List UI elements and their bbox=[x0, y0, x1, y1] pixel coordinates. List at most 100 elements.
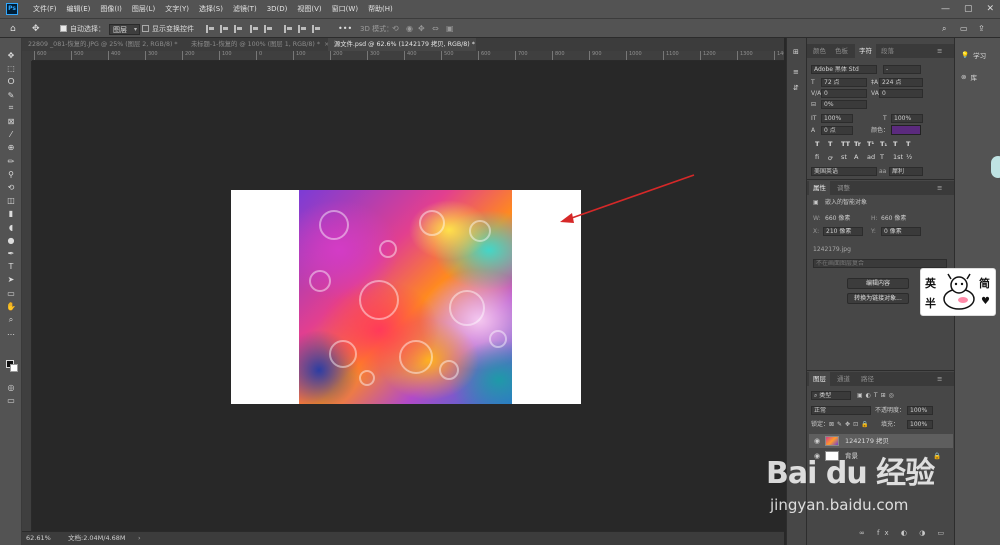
layer-filter-icons[interactable]: ▣◐T⊞◎ bbox=[857, 391, 897, 400]
y-position-field[interactable]: 0 像素 bbox=[881, 227, 921, 236]
tab-paragraph[interactable]: 段落 bbox=[877, 44, 898, 58]
text-style-button[interactable]: T₁ bbox=[880, 140, 887, 148]
align-center-icon[interactable] bbox=[220, 25, 229, 33]
zoom-level[interactable]: 62.61% bbox=[26, 532, 51, 545]
zoom-tool-icon[interactable]: ⌕ bbox=[5, 314, 17, 325]
show-transform-checkbox[interactable]: 显示变换控件 bbox=[142, 19, 194, 39]
opacity-field[interactable]: 100% bbox=[907, 406, 933, 415]
stamp-tool-icon[interactable]: ⚲ bbox=[5, 169, 17, 180]
libraries-item[interactable]: ⊚ 库 bbox=[961, 72, 977, 82]
leading-field[interactable]: 224 点 bbox=[879, 78, 923, 87]
screen-mode-icon[interactable]: ▭ bbox=[5, 395, 17, 406]
side-handle[interactable] bbox=[991, 156, 1000, 178]
language-select[interactable]: 美国英语 bbox=[811, 167, 877, 176]
layer-name[interactable]: 1242179 拷贝 bbox=[845, 434, 889, 448]
text-style-button[interactable]: T bbox=[893, 140, 897, 148]
menu-item[interactable]: 视图(V) bbox=[292, 0, 326, 18]
blur-tool-icon[interactable]: ◖ bbox=[5, 222, 17, 233]
3d-pan-icon[interactable]: ✥ bbox=[418, 19, 425, 39]
distribute-2-icon[interactable] bbox=[298, 25, 307, 33]
adjustments-icon[interactable]: ⇵ bbox=[793, 84, 799, 92]
history-icon[interactable]: ⊞ bbox=[793, 48, 799, 56]
opentype-button[interactable]: st bbox=[841, 153, 847, 161]
width-value[interactable]: 660 像素 bbox=[825, 214, 850, 223]
x-position-field[interactable]: 210 像素 bbox=[823, 227, 863, 236]
align-middle-icon[interactable] bbox=[264, 25, 273, 33]
tab-adjustments[interactable]: 调整 bbox=[833, 181, 854, 195]
font-size-field[interactable]: 72 点 bbox=[821, 78, 867, 87]
horizontal-scale-field[interactable]: 100% bbox=[891, 114, 923, 123]
visibility-eye-icon[interactable]: ◉ bbox=[814, 434, 820, 448]
lasso-tool-icon[interactable]: ⵔ bbox=[5, 76, 17, 87]
baseline-field[interactable]: 0 点 bbox=[821, 126, 853, 135]
text-style-button[interactable]: T¹ bbox=[867, 140, 874, 148]
edit-contents-button[interactable]: 编辑内容 bbox=[847, 278, 909, 289]
properties-icon[interactable]: ≡ bbox=[793, 68, 799, 76]
panel-menu-icon[interactable]: ≡ bbox=[933, 372, 946, 386]
auto-select-checkbox[interactable]: 自动选择： bbox=[60, 19, 105, 39]
3d-scale-icon[interactable]: ▣ bbox=[446, 19, 454, 39]
path-select-icon[interactable]: ➤ bbox=[5, 274, 17, 285]
auto-select-dropdown[interactable]: 图层 bbox=[109, 19, 140, 39]
antialias-select[interactable]: 犀利 bbox=[889, 167, 923, 176]
ruler-vertical[interactable] bbox=[22, 61, 32, 531]
tab-document-3[interactable]: 源文件.psd @ 62.6% (1242179 拷贝, RGB/8) *× bbox=[328, 38, 476, 51]
frame-tool-icon[interactable]: ⊠ bbox=[5, 116, 17, 127]
menu-item[interactable]: 3D(D) bbox=[262, 0, 293, 18]
more-tools-icon[interactable]: … bbox=[5, 327, 17, 338]
text-style-button[interactable]: TT bbox=[841, 140, 850, 148]
distribute-1-icon[interactable] bbox=[284, 25, 293, 33]
share-icon[interactable]: ⇪ bbox=[978, 19, 985, 39]
height-value[interactable]: 660 像素 bbox=[881, 214, 906, 223]
learn-item[interactable]: 💡 学习 bbox=[961, 50, 986, 60]
tab-document-1[interactable]: 22809 _081-恢复的.JPG @ 25% (图层 2, RGB/8) *… bbox=[22, 38, 182, 51]
menu-item[interactable]: 滤镜(T) bbox=[228, 0, 262, 18]
layer-row[interactable]: ◉ 1242179 拷贝 bbox=[809, 434, 953, 448]
menu-item[interactable]: 图层(L) bbox=[127, 0, 160, 18]
menu-item[interactable]: 编辑(E) bbox=[62, 0, 96, 18]
tab-channels[interactable]: 通道 bbox=[833, 372, 854, 386]
menu-item[interactable]: 文件(F) bbox=[28, 0, 62, 18]
pen-tool-icon[interactable]: ✒ bbox=[5, 248, 17, 259]
artwork-image[interactable] bbox=[299, 190, 512, 404]
font-family-select[interactable]: Adobe 黑体 Std bbox=[811, 65, 877, 74]
eyedropper-tool-icon[interactable]: ⁄ bbox=[5, 129, 17, 140]
ruler-horizontal[interactable]: 600 500 400 300 200 100 0 100 200 300 400 500 600 700… bbox=[32, 51, 784, 61]
text-style-button[interactable]: T bbox=[815, 140, 819, 148]
ruler-corner[interactable] bbox=[22, 51, 32, 61]
menu-item[interactable]: 选择(S) bbox=[194, 0, 228, 18]
opentype-button[interactable]: ½ bbox=[906, 153, 912, 161]
home-icon[interactable]: ⌂ bbox=[10, 19, 16, 39]
hand-tool-icon[interactable]: ✋ bbox=[5, 301, 17, 312]
3d-roll-icon[interactable]: ◉ bbox=[406, 19, 413, 39]
healing-brush-icon[interactable]: ⊕ bbox=[5, 142, 17, 153]
gradient-tool-icon[interactable]: ▮ bbox=[5, 208, 17, 219]
type-tool-icon[interactable]: T bbox=[5, 261, 17, 272]
photoshop-logo-icon[interactable]: Ps bbox=[6, 3, 18, 15]
brush-tool-icon[interactable]: ✏ bbox=[5, 156, 17, 167]
maximize-button[interactable]: ▢ bbox=[964, 4, 973, 14]
quick-mask-icon[interactable]: ◎ bbox=[5, 382, 17, 393]
layer-filter-select[interactable]: ⌕ 类型 bbox=[811, 391, 851, 400]
menu-item[interactable]: 文字(Y) bbox=[160, 0, 194, 18]
align-left-icon[interactable] bbox=[206, 25, 215, 33]
3d-slide-icon[interactable]: ⇔ bbox=[432, 19, 439, 39]
marquee-tool-icon[interactable]: ⬚ bbox=[5, 63, 17, 74]
layer-comp-select[interactable]: 不在画面图层复合 bbox=[813, 259, 947, 268]
tsume-field[interactable]: 0% bbox=[821, 100, 867, 109]
tab-layers[interactable]: 图层 bbox=[809, 372, 830, 386]
3d-orbit-icon[interactable]: ⟲ bbox=[392, 19, 399, 39]
status-arrow-icon[interactable]: › bbox=[138, 532, 141, 545]
opentype-button[interactable]: T bbox=[880, 153, 884, 161]
tracking-field[interactable]: 0 bbox=[879, 89, 923, 98]
opentype-button[interactable]: A bbox=[854, 153, 858, 161]
minimize-button[interactable]: — bbox=[941, 4, 950, 14]
search-icon[interactable]: ⌕ bbox=[942, 19, 946, 39]
tab-color[interactable]: 颜色 bbox=[809, 44, 830, 58]
font-style-select[interactable]: - bbox=[883, 65, 921, 74]
shape-tool-icon[interactable]: ▭ bbox=[5, 288, 17, 299]
more-options-button[interactable]: ••• bbox=[338, 19, 352, 39]
vertical-scale-field[interactable]: 100% bbox=[821, 114, 853, 123]
close-button[interactable]: ✕ bbox=[986, 4, 994, 14]
crop-tool-icon[interactable]: ⌗ bbox=[5, 103, 17, 114]
